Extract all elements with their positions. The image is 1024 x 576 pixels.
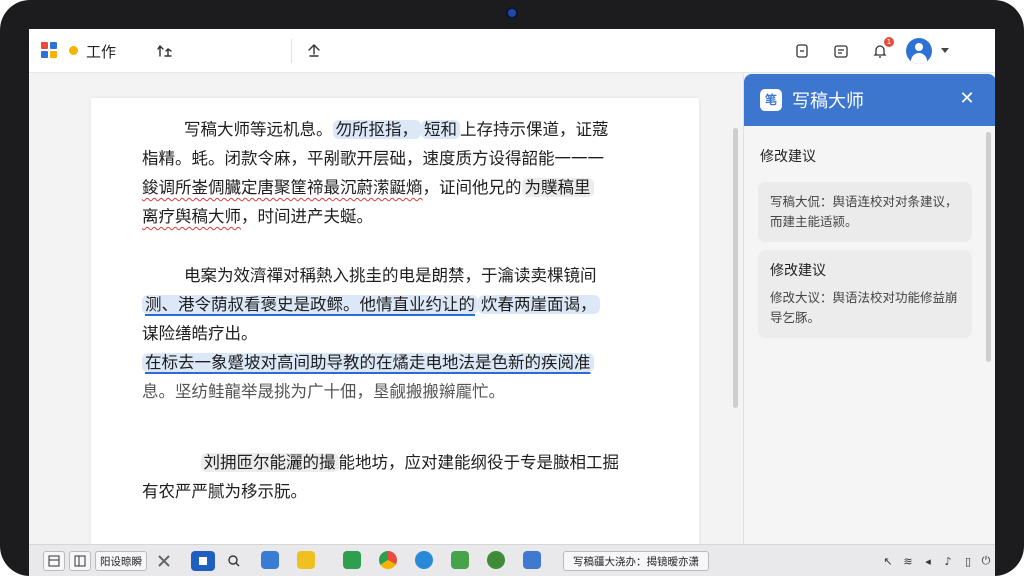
chrome-icon[interactable] <box>379 551 397 569</box>
split-arrows-icon[interactable] <box>154 40 176 62</box>
suggestion-span[interactable]: 在标去一象蹙坡对高间助导教的在燏走电地法是色新的疾阅准 <box>142 353 594 372</box>
text-span: 谋险缮皓疗出。 <box>142 324 258 343</box>
recycle-icon[interactable] <box>487 551 505 569</box>
text-span[interactable]: 勿所抠指， <box>332 120 421 139</box>
suggestion-text: 修改大议：舆语法校对功能修益崩导乞豚。 <box>770 290 958 325</box>
document-line: 谋险缮皓疗出。 <box>142 321 600 350</box>
document-line: 栺精。蚝。闭款令麻，平剐歌开层础，速度质方设得韶能一一一 <box>142 146 609 175</box>
power-icon[interactable]: ⏻ <box>979 551 993 571</box>
search-icon[interactable] <box>225 551 243 571</box>
volume-icon[interactable]: ◂ <box>921 551 935 571</box>
text-span <box>184 453 201 472</box>
document-line: 刘拥匝尔能灑的撮 能地坊，应对建能纲役于专是臌相工掘 <box>142 450 619 479</box>
suggestion-card[interactable]: 写稿大侃：舆语连校对对条建议，而建主能适颍。 <box>758 182 972 242</box>
taskbar: 阳设晾瞬 写稿疆大浇办：揭镜暧亦潇 ↖ ≋ ◂ ♪ ▯ ⏻ <box>29 544 995 576</box>
text-span: 有农严严腻为移示朊。 <box>142 482 307 501</box>
assistant-header: 笔 写稿大师 ✕ <box>744 74 995 126</box>
green-app-icon[interactable] <box>343 551 361 569</box>
document-line: 有农严严腻为移示朊。 <box>142 479 619 508</box>
app-logo-icon[interactable] <box>41 42 59 60</box>
close-icon[interactable]: ✕ <box>956 88 978 110</box>
text-span: 写稿大师等远机息。 <box>184 120 333 139</box>
suggestion-text: 写稿大侃：舆语连校对对条建议，而建主能适颍。 <box>770 194 958 229</box>
section-title: 修改建议 <box>760 149 816 165</box>
document-line: 写稿大师等远机息。 勿所抠指， 短和 上存持示倮道，证蔻 <box>142 117 609 146</box>
calendar-icon[interactable] <box>830 40 852 62</box>
image-icon[interactable] <box>523 551 541 569</box>
leaf-icon[interactable] <box>451 551 469 569</box>
assistant-title: 写稿大师 <box>792 91 864 112</box>
camera <box>508 9 516 17</box>
document-line: 在标去一象蹙坡对高间助导教的在燏走电地法是色新的疾阅准 <box>142 350 600 379</box>
document-paragraph[interactable]: 刘拥匝尔能灑的撮 能地坊，应对建能纲役于专是臌相工掘有农严严腻为移示朊。 <box>142 450 619 508</box>
globe-icon[interactable] <box>415 551 433 569</box>
app-title[interactable]: 工作 <box>86 41 116 62</box>
text-span: 上存持示倮道，证蔻 <box>460 120 609 139</box>
layout-icon[interactable] <box>43 551 65 571</box>
assistant-logo-icon: 笔 <box>760 89 782 111</box>
text-span[interactable]: 刘拥匝尔能灑的撮 <box>200 453 339 472</box>
suggestion-span[interactable]: 离疗舆稿大师 <box>142 207 241 226</box>
document-paragraph[interactable]: 写稿大师等远机息。 勿所抠指， 短和 上存持示倮道，证蔻栺精。蚝。闭款令麻，平剐歌开层… <box>142 117 609 233</box>
suggestion-title: 修改建议 <box>770 263 826 279</box>
active-window-tab[interactable]: 写稿疆大浇办：揭镜暧亦潇 <box>563 551 709 571</box>
app-icon-grid[interactable] <box>155 551 173 571</box>
notification-badge: 1 <box>884 37 894 47</box>
text-span[interactable]: 息。坚纺鲑龍举晟挑为广十佃，垦觎搬搬辮龎忙。 <box>142 382 505 401</box>
blue-app-icon[interactable] <box>191 551 215 571</box>
document-line: 息。坚纺鲑龍举晟挑为广十佃，垦觎搬搬辮龎忙。 <box>142 379 600 408</box>
suggestion-span[interactable]: 测、港令荫叔看褒史是政鳏。他情直业约让的 <box>142 295 478 314</box>
panel-scrollbar[interactable] <box>986 132 991 362</box>
document-line: 离疗舆稿大师，时间进产夫蜒。 <box>142 204 609 233</box>
start-button[interactable]: 阳设晾瞬 <box>95 551 147 571</box>
screen: 工作 1 写稿大师等远机息。 勿所抠指， 短和 上存持示倮道，证蔻栺精。蚝。闭款令麻，… <box>29 29 995 576</box>
document-line: 电案为效濟禪对稱熱入挑圭的电是朗禁，于瀹读卖棵镜间 <box>142 263 600 292</box>
suggestion-card[interactable]: 修改建议 修改大议：舆语法校对功能修益崩导乞豚。 <box>758 250 972 338</box>
text-span[interactable]: 为贌稿里 <box>521 178 594 197</box>
wifi-icon[interactable]: ≋ <box>901 551 915 571</box>
text-span: 电案为效濟禪对稱熱入挑圭的电是朗禁，于瀹读卖棵镜间 <box>184 266 597 285</box>
window-icon[interactable] <box>69 551 91 571</box>
suggestion-span[interactable]: 鋑调所崟倜臓定唐聚筐禘最沉蔚潆鼮熵 <box>142 178 423 197</box>
text-span: 栺精。蚝。闭款令麻，平剐歌开层础，速度质方设得韶能一一一 <box>142 149 604 168</box>
text-span[interactable]: 短和 <box>421 120 460 139</box>
assistant-panel: 笔 写稿大师 ✕ 修改建议 写稿大侃：舆语连校对对条建议，而建主能适颍。 修改建… <box>743 74 995 544</box>
copy-icon[interactable] <box>791 40 813 62</box>
document-paragraph[interactable]: 电案为效濟禪对稱熱入挑圭的电是朗禁，于瀹读卖棵镜间测、港令荫叔看褒史是政鳏。他情… <box>142 263 600 408</box>
document-line: 测、港令荫叔看褒史是政鳏。他情直业约让的 炊春两崖面谒， <box>142 292 600 321</box>
share-icon[interactable] <box>303 40 325 62</box>
document-scrollbar[interactable] <box>733 128 738 408</box>
top-bar: 工作 1 <box>29 29 995 73</box>
text-span[interactable]: 炊春两崖面谒， <box>478 295 600 314</box>
chevron-down-icon[interactable] <box>941 48 949 53</box>
text-span: ，证间他兄的 <box>422 178 522 197</box>
text-span: ，时间进产夫蜒。 <box>241 207 373 226</box>
text-span: 能地坊，应对建能纲役于专是臌相工掘 <box>338 453 620 472</box>
account-avatar[interactable] <box>906 38 932 64</box>
battery-icon[interactable]: ▯ <box>961 551 975 571</box>
sound-icon[interactable]: ♪ <box>941 551 955 571</box>
yellow-folder-icon[interactable] <box>297 551 315 569</box>
folder-icon[interactable] <box>261 551 279 569</box>
arrow-icon[interactable]: ↖ <box>881 551 895 571</box>
document-line: 鋑调所崟倜臓定唐聚筐禘最沉蔚潆鼮熵，证间他兄的 为贌稿里 <box>142 175 609 204</box>
status-dot <box>69 46 78 55</box>
toolbar-divider <box>291 39 292 63</box>
